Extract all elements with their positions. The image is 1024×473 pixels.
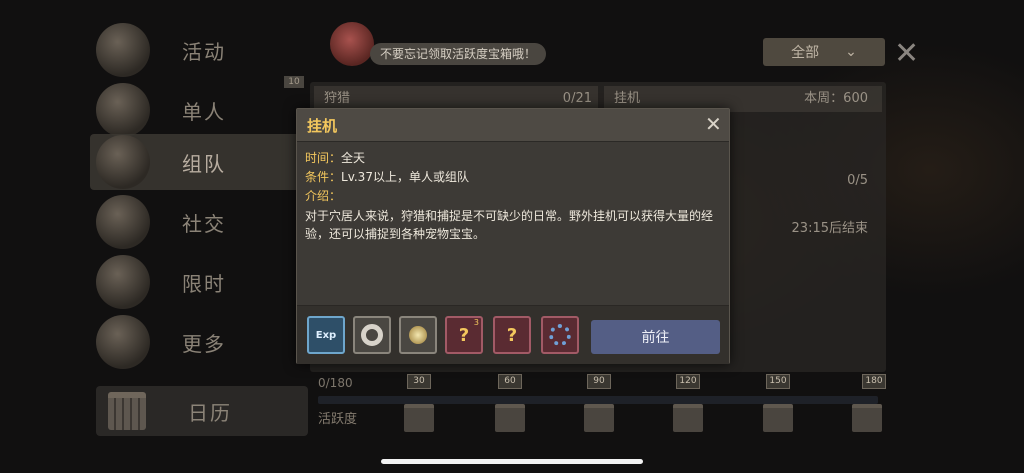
sidebar-item-team[interactable]: 组队 bbox=[90, 134, 306, 190]
solo-avatar-icon bbox=[96, 83, 150, 137]
team-avatar-icon bbox=[96, 135, 150, 189]
fairy-pet-icon[interactable] bbox=[399, 316, 437, 354]
intro-key: 介绍： bbox=[305, 189, 342, 203]
activity-detail-dialog: 挂机 ✕ 时间：全天 条件：Lv.37以上，单人或组队 介绍： 对于穴居人来说，… bbox=[296, 108, 730, 364]
gear-gem-icon[interactable] bbox=[541, 316, 579, 354]
gear-shape bbox=[549, 324, 571, 346]
sidebar-item-social[interactable]: 社交 bbox=[90, 194, 306, 250]
category-sidebar: 活动 单人 组队 社交 限时 更多 日历 bbox=[90, 20, 310, 440]
milestone-180: 180 bbox=[862, 374, 886, 389]
activity-progress: 0/180 活跃度 30 60 90 120 150 180 bbox=[312, 374, 886, 444]
social-avatar-icon bbox=[96, 195, 150, 249]
sidebar-item-solo[interactable]: 单人 bbox=[90, 82, 306, 138]
sidebar-item-more[interactable]: 更多 bbox=[90, 314, 306, 370]
dialog-title: 挂机 bbox=[307, 117, 338, 135]
sidebar-item-label: 更多 bbox=[182, 331, 226, 356]
sidebar-item-label: 组队 bbox=[182, 151, 226, 176]
condition-key: 条件： bbox=[305, 170, 342, 184]
chest-icon[interactable] bbox=[495, 404, 525, 432]
chest-icon[interactable] bbox=[404, 404, 434, 432]
sidebar-item-label: 限时 bbox=[182, 271, 226, 296]
time-row: 时间：全天 bbox=[305, 149, 365, 166]
milestone-150: 150 bbox=[766, 374, 790, 389]
activity-progress-track bbox=[318, 396, 878, 404]
filter-selected: 全部 bbox=[791, 45, 820, 61]
milestone-90: 90 bbox=[587, 374, 611, 389]
condition-row: 条件：Lv.37以上，单人或组队 bbox=[305, 168, 469, 185]
sidebar-item-label: 活动 bbox=[182, 39, 226, 64]
mystery-mount-icon[interactable]: ? bbox=[493, 316, 531, 354]
activity-count: 0/5 bbox=[847, 173, 868, 188]
exp-icon[interactable]: Exp bbox=[307, 316, 345, 354]
close-icon[interactable]: ✕ bbox=[894, 36, 919, 71]
ring-shape bbox=[361, 324, 383, 346]
calendar-icon bbox=[108, 392, 146, 430]
chest-icon[interactable] bbox=[852, 404, 882, 432]
sidebar-item-limited[interactable]: 限时 bbox=[90, 254, 306, 310]
activity-end-time: 23:15后结束 bbox=[791, 221, 868, 236]
close-icon[interactable]: ✕ bbox=[705, 112, 722, 136]
chevron-down-icon: ⌄ bbox=[845, 44, 857, 60]
chest-icon[interactable] bbox=[673, 404, 703, 432]
intro-row: 介绍： bbox=[305, 187, 341, 204]
time-key: 时间： bbox=[305, 151, 342, 165]
reward-text: ? bbox=[506, 324, 518, 346]
dialog-header: 挂机 ✕ bbox=[297, 109, 729, 142]
milestone-60: 60 bbox=[498, 374, 522, 389]
mystery-pet-icon[interactable]: ? 3 bbox=[445, 316, 483, 354]
sidebar-item-label: 单人 bbox=[182, 99, 226, 124]
activity-weekly: 本周：600 bbox=[804, 91, 868, 106]
reward-bar: Exp ? 3 ? 前往 bbox=[297, 305, 729, 364]
filter-dropdown[interactable]: 全部 ⌄ bbox=[763, 38, 885, 66]
more-avatar-icon bbox=[96, 315, 150, 369]
activity-card-timer: 23:15后结束 bbox=[730, 216, 882, 242]
reward-text: Exp bbox=[315, 329, 337, 341]
chest-icon[interactable] bbox=[763, 404, 793, 432]
calendar-button[interactable]: 日历 bbox=[96, 386, 308, 436]
time-value: 全天 bbox=[341, 151, 366, 165]
calendar-label: 日历 bbox=[188, 400, 232, 425]
home-indicator bbox=[381, 459, 643, 464]
hourglass-icon bbox=[96, 255, 150, 309]
star-count-badge: 3 bbox=[473, 318, 479, 327]
go-button[interactable]: 前往 bbox=[591, 320, 720, 354]
milestone-120: 120 bbox=[676, 374, 700, 389]
counter-badge: 10 bbox=[284, 76, 304, 88]
condition-value: Lv.37以上，单人或组队 bbox=[341, 170, 469, 184]
fairy-shape bbox=[409, 326, 427, 344]
chest-icon[interactable] bbox=[584, 404, 614, 432]
activity-card-second: 0/5 bbox=[730, 168, 882, 194]
notice-bubble: 不要忘记领取活跃度宝箱哦！ bbox=[370, 43, 547, 65]
mascot-avatar bbox=[330, 22, 374, 66]
ring-icon[interactable] bbox=[353, 316, 391, 354]
activity-current: 0/180 bbox=[318, 376, 353, 390]
sidebar-item-label: 社交 bbox=[182, 211, 226, 236]
reward-text: ? bbox=[458, 324, 470, 346]
dialog-description: 对于穴居人来说，狩猎和捕捉是不可缺少的日常。野外挂机可以获得大量的经验，还可以捕… bbox=[305, 209, 714, 241]
milestone-30: 30 bbox=[407, 374, 431, 389]
activity-label: 活跃度 bbox=[318, 412, 358, 427]
events-avatar-icon bbox=[96, 23, 150, 77]
sidebar-item-events[interactable]: 活动 bbox=[90, 22, 306, 78]
